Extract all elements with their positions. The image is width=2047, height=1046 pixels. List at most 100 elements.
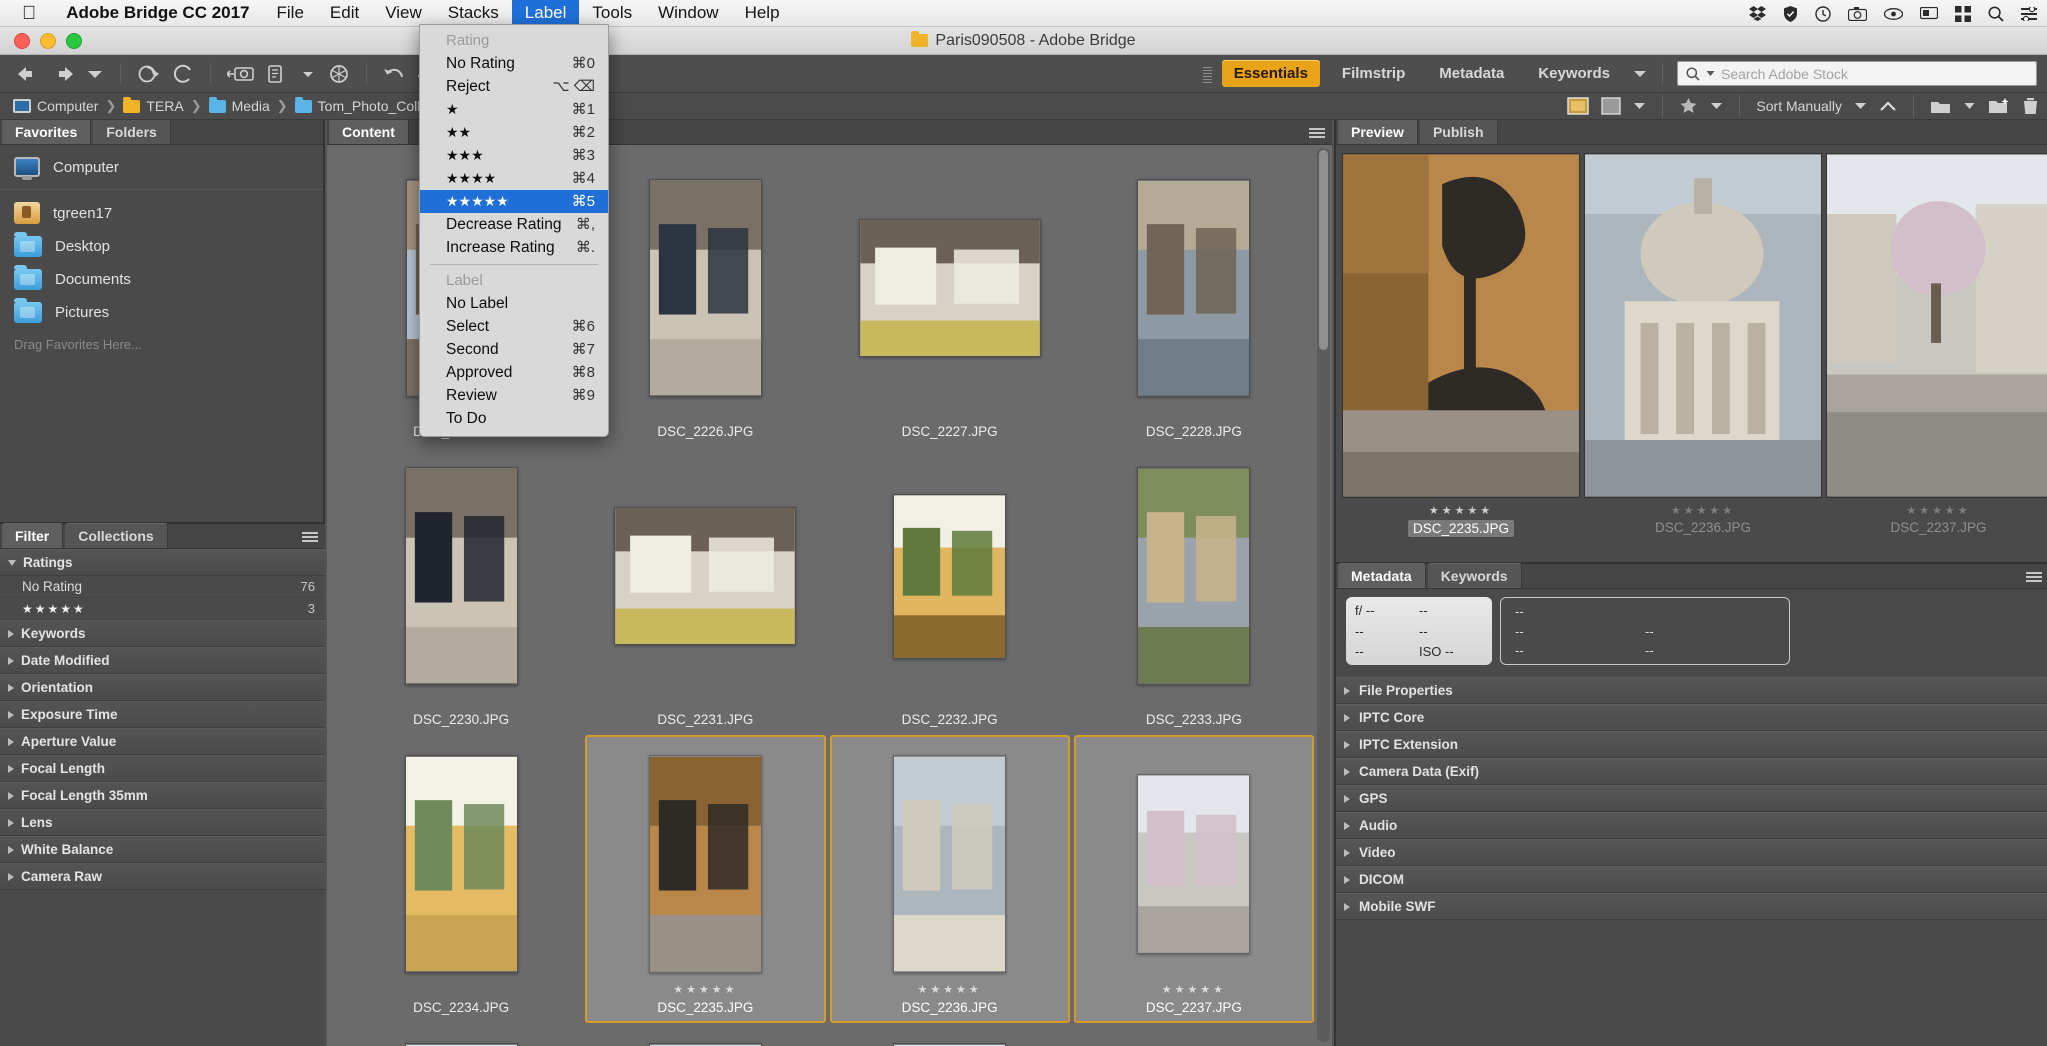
- metadata-group-file-properties[interactable]: File Properties: [1336, 677, 2047, 704]
- panel-menu-icon[interactable]: [302, 530, 318, 542]
- search-icon[interactable]: [1988, 5, 2004, 22]
- menu-item-three-stars[interactable]: ★★★ ⌘3: [420, 144, 608, 167]
- sort-label[interactable]: Sort Manually: [1756, 98, 1842, 114]
- filter-group-focal-length[interactable]: Focal Length: [0, 755, 325, 782]
- thumbnail-cell[interactable]: DSC_2227.JPG: [830, 159, 1070, 447]
- menu-item-select[interactable]: Select ⌘6: [420, 315, 608, 338]
- clock-icon[interactable]: [1815, 5, 1831, 22]
- preview-item[interactable]: ★★★★★ DSC_2237.JPG: [1826, 153, 2047, 535]
- favorite-item-tgreen17[interactable]: tgreen17: [0, 196, 323, 230]
- workspace-metadata[interactable]: Metadata: [1427, 60, 1516, 87]
- eye-icon[interactable]: [1884, 7, 1903, 20]
- grid-icon[interactable]: [1955, 5, 1971, 22]
- menu-item-no-label[interactable]: No Label: [420, 292, 608, 315]
- thumbnail-cell[interactable]: DSC_2231.JPG: [585, 447, 825, 735]
- favorite-item-documents[interactable]: Documents: [0, 263, 323, 296]
- menu-item-five-stars[interactable]: ★★★★★ ⌘5: [420, 190, 608, 213]
- metadata-group-gps[interactable]: GPS: [1336, 785, 2047, 812]
- menu-item-reject[interactable]: Reject ⌥ ⌫: [420, 75, 608, 98]
- filter-group-camera-raw[interactable]: Camera Raw: [0, 863, 325, 890]
- panel-menu-icon[interactable]: [2026, 570, 2042, 582]
- rotate-left-icon[interactable]: [379, 59, 409, 89]
- menu-help[interactable]: Help: [732, 0, 793, 26]
- favorite-item-pictures[interactable]: Pictures: [0, 296, 323, 329]
- menu-tools[interactable]: Tools: [579, 0, 645, 26]
- sort-ascending-icon[interactable]: [1879, 100, 1897, 112]
- menu-item-decrease-rating[interactable]: Decrease Rating ⌘,: [420, 213, 608, 236]
- menu-window[interactable]: Window: [645, 0, 731, 26]
- menu-item-increase-rating[interactable]: Increase Rating ⌘.: [420, 236, 608, 259]
- tab-keywords[interactable]: Keywords: [1427, 563, 1522, 588]
- breadcrumb-tera[interactable]: TERA: [119, 96, 187, 114]
- thumbnail-cell-selected[interactable]: ★★★★★ DSC_2236.JPG: [829, 735, 1070, 1023]
- new-folder-icon[interactable]: [1988, 97, 2010, 115]
- favorite-item-desktop[interactable]: Desktop: [0, 230, 323, 263]
- tab-collections[interactable]: Collections: [65, 523, 168, 548]
- tab-publish[interactable]: Publish: [1419, 119, 1498, 144]
- menu-item-two-stars[interactable]: ★★ ⌘2: [420, 121, 608, 144]
- panel-menu-icon[interactable]: [1309, 126, 1325, 138]
- preview-item[interactable]: ★★★★★ DSC_2236.JPG: [1584, 153, 1822, 535]
- scrollbar-thumb[interactable]: [1319, 150, 1328, 350]
- control-center-icon[interactable]: [2021, 6, 2037, 21]
- menu-stacks[interactable]: Stacks: [435, 0, 512, 26]
- filter-group-date-modified[interactable]: Date Modified: [0, 647, 325, 674]
- content-scrollbar[interactable]: [1317, 148, 1330, 1042]
- back-button[interactable]: [12, 59, 44, 89]
- thumbnail-cell[interactable]: DSC_2232.JPG: [830, 447, 1070, 735]
- refine-dropdown-icon[interactable]: [295, 59, 321, 89]
- filter-group-aperture-value[interactable]: Aperture Value: [0, 728, 325, 755]
- filter-dropdown-icon[interactable]: [1710, 102, 1723, 111]
- menu-item-no-rating[interactable]: No Rating ⌘0: [420, 52, 608, 75]
- tab-content[interactable]: Content: [329, 119, 409, 144]
- filter-star-icon[interactable]: [1679, 97, 1698, 115]
- filter-group-ratings[interactable]: Ratings: [0, 549, 325, 576]
- menu-view[interactable]: View: [372, 0, 435, 26]
- metadata-group-iptc-extension[interactable]: IPTC Extension: [1336, 731, 2047, 758]
- thumbnail-cell-selected[interactable]: ★★★★★ DSC_2235.JPG: [585, 735, 826, 1023]
- label-dropdown-menu[interactable]: Rating No Rating ⌘0 Reject ⌥ ⌫ ★ ⌘1 ★★ ⌘…: [419, 24, 609, 437]
- breadcrumb-computer[interactable]: Computer: [9, 98, 102, 114]
- tab-preview[interactable]: Preview: [1338, 119, 1418, 144]
- metadata-group-dicom[interactable]: DICOM: [1336, 866, 2047, 893]
- menu-item-approved[interactable]: Approved ⌘8: [420, 361, 608, 384]
- preview-item[interactable]: ★★★★★ DSC_2235.JPG: [1342, 153, 1580, 537]
- menu-item-to-do[interactable]: To Do: [420, 407, 608, 430]
- forward-button[interactable]: [47, 59, 79, 89]
- filter-group-white-balance[interactable]: White Balance: [0, 836, 325, 863]
- filter-group-keywords[interactable]: Keywords: [0, 620, 325, 647]
- menu-item-second[interactable]: Second ⌘7: [420, 338, 608, 361]
- display-icon[interactable]: [1920, 6, 1938, 21]
- view-dropdown-icon[interactable]: [1633, 102, 1646, 111]
- workspace-chevron-down-icon[interactable]: [1632, 69, 1648, 79]
- metadata-group-audio[interactable]: Audio: [1336, 812, 2047, 839]
- metadata-group-iptc-core[interactable]: IPTC Core: [1336, 704, 2047, 731]
- tab-filter[interactable]: Filter: [2, 523, 64, 548]
- filter-group-orientation[interactable]: Orientation: [0, 674, 325, 701]
- filter-group-lens[interactable]: Lens: [0, 809, 325, 836]
- thumbnail-cell[interactable]: DSC_2238.JPG: [341, 1023, 581, 1046]
- thumbnail-cell[interactable]: DSC_2233.JPG: [1074, 447, 1314, 735]
- shield-icon[interactable]: [1783, 5, 1798, 22]
- grid-view-icon[interactable]: [1601, 97, 1622, 115]
- thumbnail-cell[interactable]: DSC_2230.JPG: [341, 447, 581, 735]
- filter-group-exposure-time[interactable]: Exposure Time: [0, 701, 325, 728]
- dropbox-icon[interactable]: [1749, 6, 1766, 21]
- workspace-grip-handle[interactable]: [1202, 64, 1212, 83]
- reveal-in-bridge-icon[interactable]: [133, 59, 167, 89]
- rotate-counterclockwise-icon[interactable]: [170, 59, 198, 89]
- metadata-group-mobile-swf[interactable]: Mobile SWF: [1336, 893, 2047, 920]
- refine-icon[interactable]: [262, 59, 292, 89]
- thumbnail-cell-selected[interactable]: ★★★★★ DSC_2237.JPG: [1073, 735, 1314, 1023]
- open-in-camera-raw-icon[interactable]: [324, 59, 354, 89]
- metadata-group-camera-data-exif[interactable]: Camera Data (Exif): [1336, 758, 2047, 785]
- workspace-keywords[interactable]: Keywords: [1526, 60, 1622, 87]
- thumbnail-cell[interactable]: DSC_2240.JPG: [830, 1023, 1070, 1046]
- filter-rating-five-stars[interactable]: ★★★★★ 3: [0, 598, 325, 620]
- thumbnail-cell[interactable]: DSC_2228.JPG: [1074, 159, 1314, 447]
- tab-folders[interactable]: Folders: [93, 119, 171, 144]
- filter-rating-no-rating[interactable]: No Rating 76: [0, 576, 325, 598]
- tab-favorites[interactable]: Favorites: [2, 119, 92, 144]
- camera-icon[interactable]: [1848, 6, 1867, 21]
- sort-dropdown-icon[interactable]: [1854, 102, 1867, 111]
